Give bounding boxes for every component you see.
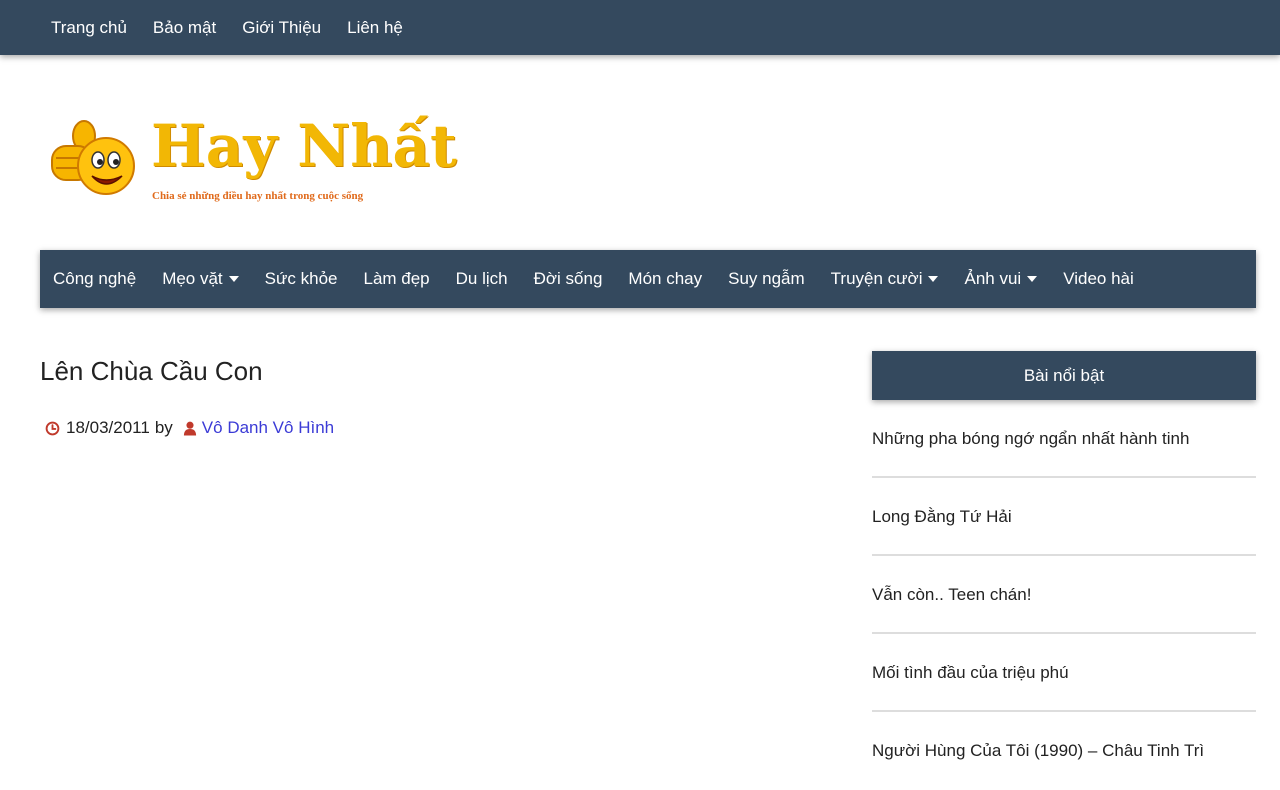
featured-posts-list: Những pha bóng ngớ ngẩn nhất hành tinh L… xyxy=(872,400,1256,790)
post-meta: 18/03/2011 by Vô Danh Vô Hình xyxy=(45,418,334,438)
logo-title: Hay Nhất xyxy=(151,112,457,180)
main-nav-item-beauty[interactable]: Làm đẹp xyxy=(350,250,442,308)
featured-posts-widget-title: Bài nổi bật xyxy=(872,351,1256,400)
featured-post-link[interactable]: Long Đằng Tứ Hải xyxy=(872,478,1256,556)
main-nav-label: Ảnh vui xyxy=(964,269,1022,288)
main-nav-item-funny-videos[interactable]: Video hài xyxy=(1050,250,1147,308)
top-nav-item-security[interactable]: Bảo mật xyxy=(140,0,229,55)
top-nav-item-contact[interactable]: Liên hệ xyxy=(334,0,416,55)
featured-post-link[interactable]: Vẫn còn.. Teen chán! xyxy=(872,556,1256,634)
top-navigation: Trang chủ Bảo mật Giới Thiệu Liên hệ xyxy=(0,0,1280,55)
logo-tagline: Chia sẻ những điều hay nhất trong cuộc s… xyxy=(152,190,364,202)
main-nav-label: Làm đẹp xyxy=(363,269,430,288)
main-nav-item-health[interactable]: Sức khỏe xyxy=(252,250,351,308)
post-author-link[interactable]: Vô Danh Vô Hình xyxy=(202,418,334,438)
main-nav-label: Sức khỏe xyxy=(264,269,338,288)
main-nav-item-vegetarian[interactable]: Món chay xyxy=(615,250,715,308)
site-logo[interactable]: Hay Nhất Chia sẻ những điều hay nhất tro… xyxy=(48,110,457,210)
main-nav-item-jokes[interactable]: Truyện cười xyxy=(818,250,952,308)
thumbs-up-smiley-icon xyxy=(51,120,135,195)
caret-down-icon xyxy=(1027,276,1038,282)
top-nav-item-about[interactable]: Giới Thiệu xyxy=(229,0,334,55)
main-nav-label: Công nghệ xyxy=(53,269,137,288)
post-title: Lên Chùa Cầu Con xyxy=(40,356,263,386)
post-date: 18/03/2011 xyxy=(66,418,150,437)
main-nav-label: Mẹo vặt xyxy=(162,269,223,288)
user-icon xyxy=(183,421,196,436)
main-nav-item-technology[interactable]: Công nghệ xyxy=(40,250,149,308)
main-nav-item-funny-photos[interactable]: Ảnh vui xyxy=(951,250,1050,308)
main-nav-label: Đời sống xyxy=(533,269,603,288)
main-nav-item-travel[interactable]: Du lịch xyxy=(443,250,521,308)
main-nav-label: Truyện cười xyxy=(830,269,923,288)
main-nav-item-reflection[interactable]: Suy ngẫm xyxy=(715,250,818,308)
clock-icon xyxy=(45,421,60,435)
featured-post-link[interactable]: Mối tình đầu của triệu phú xyxy=(872,634,1256,712)
featured-post-link[interactable]: Người Hùng Của Tôi (1990) – Châu Tinh Tr… xyxy=(872,712,1256,790)
main-nav-label: Du lịch xyxy=(455,269,508,288)
caret-down-icon xyxy=(228,276,239,282)
main-nav-label: Món chay xyxy=(628,269,703,288)
top-nav-item-home[interactable]: Trang chủ xyxy=(38,0,140,55)
featured-post-link[interactable]: Những pha bóng ngớ ngẩn nhất hành tinh xyxy=(872,400,1256,478)
post-by: by xyxy=(154,418,173,437)
main-nav-label: Suy ngẫm xyxy=(728,269,805,288)
caret-down-icon xyxy=(928,276,939,282)
main-nav-item-life[interactable]: Đời sống xyxy=(521,250,616,308)
main-nav-item-tips[interactable]: Mẹo vặt xyxy=(149,250,251,308)
main-nav-label: Video hài xyxy=(1063,269,1134,288)
main-navigation: Công nghệ Mẹo vặt Sức khỏe Làm đẹp Du lị… xyxy=(40,250,1256,308)
